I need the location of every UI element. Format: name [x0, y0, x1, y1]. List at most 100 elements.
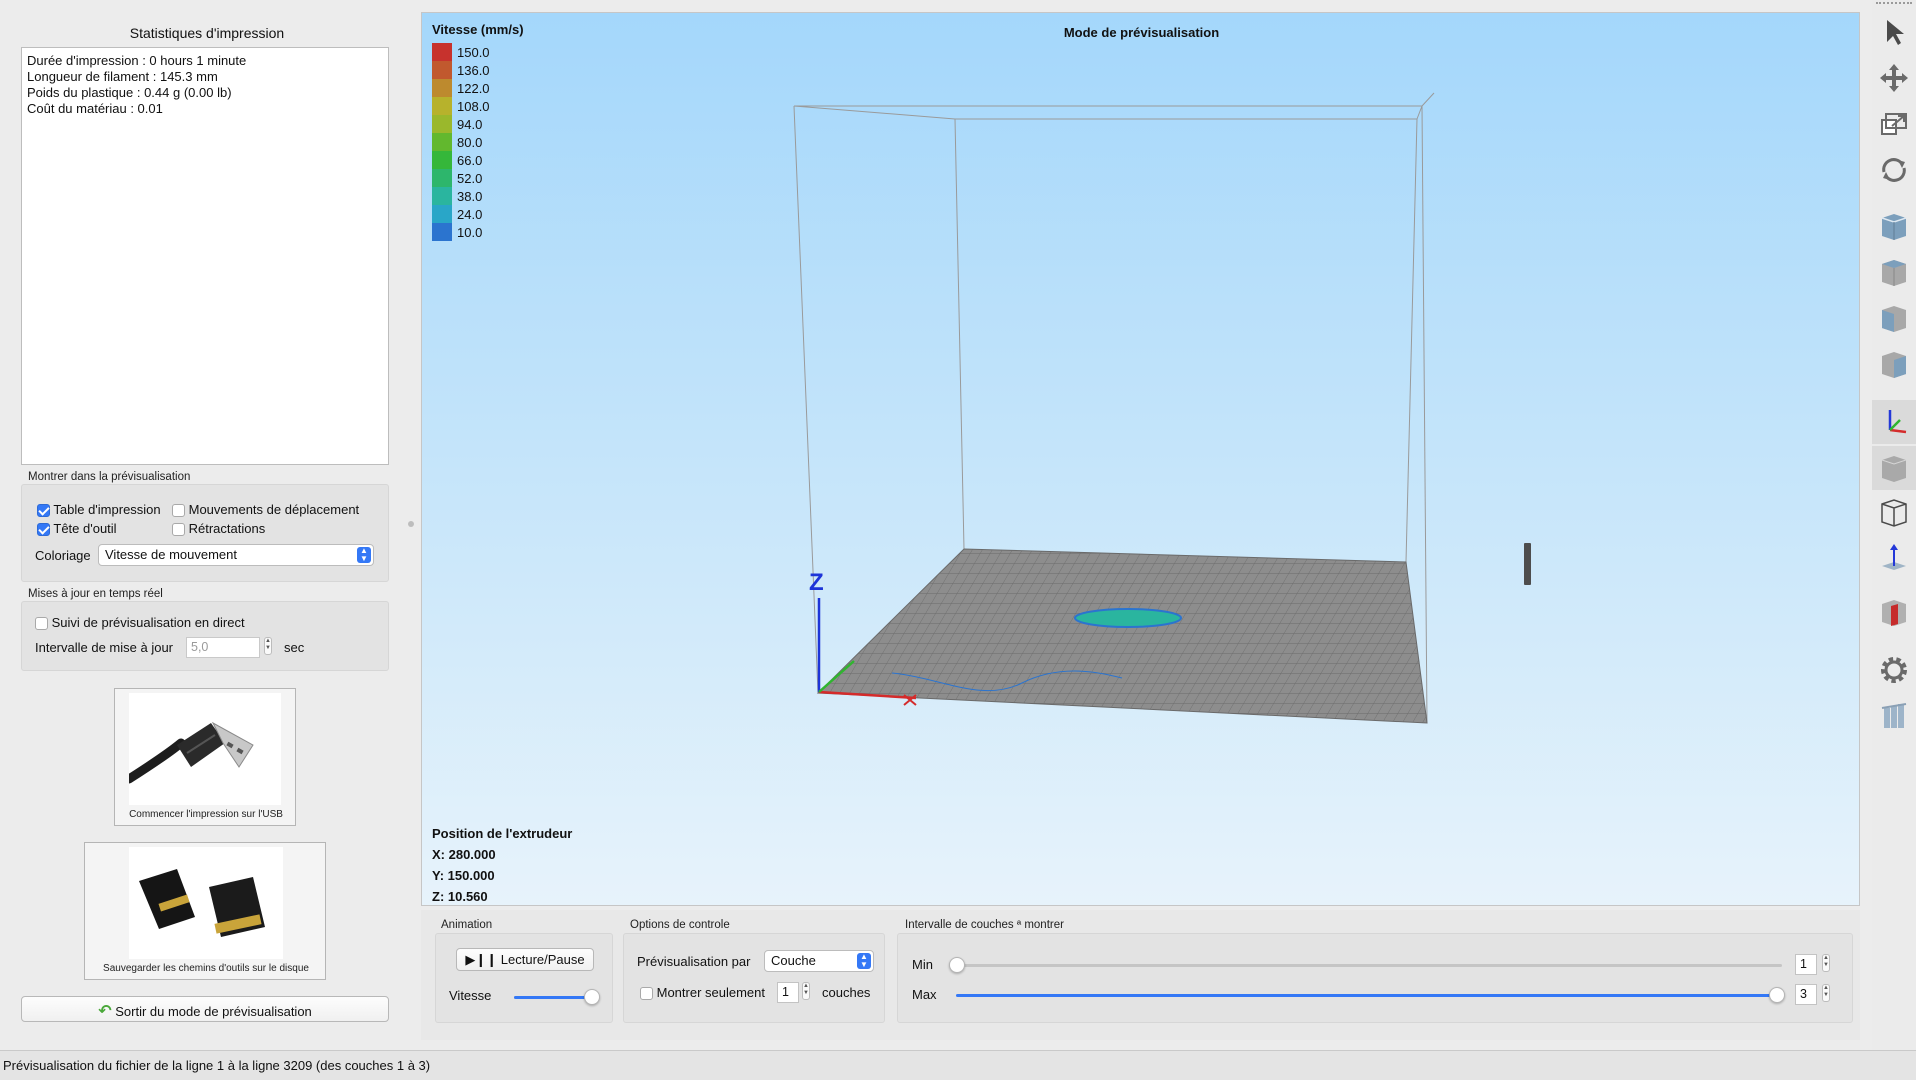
left-panel: Statistiques d'impression Durée d'impres…: [0, 0, 414, 1050]
stats-title: Statistiques d'impression: [129, 25, 285, 41]
move-icon[interactable]: [1876, 60, 1912, 96]
live-group-label: Mises à jour en temps réel: [28, 588, 163, 600]
save-toolpaths-label: Sauvegarder les chemins d'outils sur le …: [103, 963, 309, 974]
stats-plastic-weight: Poids du plastique : 0.44 g (0.00 lb): [27, 85, 232, 100]
coloring-select[interactable]: Vitesse de mouvement ▲ ▼: [98, 544, 374, 566]
show-group: Table d'impression Mouvements de déplace…: [21, 484, 389, 582]
animation-label: Animation: [441, 919, 493, 931]
table-checkbox-row[interactable]: Table d'impression: [37, 502, 161, 518]
speed-label: Vitesse: [449, 988, 492, 1003]
usb-print-button[interactable]: Commencer l'impression sur l'USB: [114, 688, 296, 826]
solid-view-icon: [1876, 450, 1912, 486]
scene-3d: [793, 92, 1531, 724]
show-group-label: Montrer dans la prévisualisation: [28, 471, 191, 483]
speed-slider-knob[interactable]: [584, 989, 600, 1005]
scale-icon[interactable]: [1876, 106, 1912, 142]
chevron-updown-icon: ▲ ▼: [857, 953, 871, 969]
gear-icon[interactable]: [1876, 652, 1912, 688]
live-group: Suivi de prévisualisation en direct Inte…: [21, 601, 389, 671]
clip-view-icon[interactable]: [1876, 594, 1912, 630]
follow-checkbox-row[interactable]: Suivi de prévisualisation en direct: [35, 615, 245, 631]
chevron-updown-icon: ▲ ▼: [357, 547, 371, 563]
layer-max-label: Max: [912, 987, 937, 1002]
layer-min-knob[interactable]: [949, 957, 965, 973]
coloring-value: Vitesse de mouvement: [105, 547, 237, 562]
coloring-label: Coloriage: [35, 548, 91, 563]
interval-input[interactable]: 5,0: [186, 637, 260, 658]
exit-preview-label: Sortir du mode de prévisualisation: [115, 1004, 312, 1019]
layer-max-stepper[interactable]: ▲ ▼: [1822, 984, 1830, 1002]
usb-cable-image: [124, 693, 281, 805]
status-bar: Prévisualisation du fichier de la ligne …: [0, 1050, 1916, 1080]
show-only-row[interactable]: Montrer seulement: [640, 985, 766, 1001]
cube-view-front-icon[interactable]: [1876, 254, 1912, 290]
extruder-position-title: Position de l'extrudeur: [432, 826, 573, 841]
splitter-handle[interactable]: [408, 521, 414, 527]
cube-view-icon[interactable]: [1876, 208, 1912, 244]
retract-checkbox[interactable]: [172, 523, 185, 537]
interval-stepper[interactable]: ▲ ▼: [264, 637, 272, 655]
sd-card-image: [129, 847, 283, 959]
toolhead-checkbox-label: Tête d'outil: [53, 521, 117, 536]
preview-viewport[interactable]: Vitesse (mm/s) 150.0 136.0 122.0 108.0 94.0 8…: [421, 12, 1860, 906]
solid-view-toggle[interactable]: [1872, 446, 1916, 490]
axes-toggle[interactable]: [1872, 400, 1916, 444]
show-only-label: Montrer seulement: [656, 985, 766, 1000]
extruder-x: X: 280.000: [432, 847, 496, 862]
usb-print-label: Commencer l'impression sur l'USB: [129, 809, 283, 820]
cursor-icon[interactable]: [1876, 14, 1912, 50]
wireframe-view-icon[interactable]: [1876, 494, 1912, 530]
play-pause-icon: ▶❙❙: [465, 952, 498, 967]
layer-min-label: Min: [912, 957, 933, 972]
cube-view-top-icon[interactable]: [1876, 346, 1912, 382]
status-text: Prévisualisation du fichier de la ligne …: [3, 1058, 431, 1073]
extruder-position: Position de l'extrudeur X: 280.000 Y: 15…: [432, 823, 572, 907]
travel-checkbox-row[interactable]: Mouvements de déplacement: [172, 502, 360, 518]
show-only-stepper[interactable]: ▲ ▼: [802, 982, 810, 1000]
travel-checkbox[interactable]: [172, 504, 185, 518]
cube-view-side-icon[interactable]: [1876, 300, 1912, 336]
layer-max-knob[interactable]: [1769, 987, 1785, 1003]
speed-slider[interactable]: [514, 996, 592, 999]
play-pause-button[interactable]: ▶❙❙ Lecture/Pause: [456, 948, 594, 971]
follow-checkbox[interactable]: [35, 617, 48, 631]
z-axis-label: Z: [809, 569, 824, 596]
layer-min-stepper[interactable]: ▲ ▼: [1822, 954, 1830, 972]
toolhead-checkbox[interactable]: [37, 523, 50, 537]
layer-range-group: Min 1 ▲ ▼ Max 3 ▲ ▼: [897, 933, 1853, 1023]
printed-object: [1074, 608, 1182, 628]
layer-min-value[interactable]: 1: [1795, 954, 1817, 975]
layer-max-value[interactable]: 3: [1795, 984, 1817, 1005]
interval-unit: sec: [284, 640, 305, 655]
show-only-checkbox[interactable]: [640, 987, 653, 1001]
bottom-controls: Animation ▶❙❙ Lecture/Pause Vitesse Opti…: [421, 910, 1860, 1040]
animation-group: ▶❙❙ Lecture/Pause Vitesse: [435, 933, 613, 1023]
layers-icon[interactable]: [1876, 698, 1912, 734]
control-options-label: Options de controle: [630, 919, 730, 931]
layer-max-slider[interactable]: [956, 994, 1782, 997]
table-checkbox[interactable]: [37, 504, 50, 518]
rotate-icon[interactable]: [1876, 152, 1912, 188]
retract-checkbox-row[interactable]: Rétractations: [172, 521, 266, 537]
back-arrow-icon: ↶: [98, 1003, 112, 1020]
speed-slider-fill: [514, 996, 592, 999]
table-checkbox-label: Table d'impression: [53, 502, 161, 517]
toolhead: [1524, 543, 1531, 585]
play-pause-label: Lecture/Pause: [500, 952, 585, 967]
normals-icon[interactable]: [1876, 540, 1912, 576]
layer-min-slider[interactable]: [956, 964, 1782, 967]
axes-icon: [1876, 404, 1912, 440]
layers-label: couches: [822, 985, 871, 1000]
interval-label: Intervalle de mise à jour: [35, 640, 174, 655]
stats-box: Durée d'impression : 0 hours 1 minute Lo…: [21, 47, 389, 465]
show-only-count[interactable]: 1: [777, 982, 799, 1003]
stats-filament-length: Longueur de filament : 145.3 mm: [27, 69, 218, 84]
exit-preview-button[interactable]: ↶ Sortir du mode de prévisualisation: [21, 996, 389, 1022]
follow-label: Suivi de prévisualisation en direct: [51, 615, 245, 630]
save-toolpaths-button[interactable]: Sauvegarder les chemins d'outils sur le …: [84, 842, 326, 980]
travel-checkbox-label: Mouvements de déplacement: [188, 502, 360, 517]
preview-by-select[interactable]: Couche ▲ ▼: [764, 950, 874, 972]
preview-by-value: Couche: [771, 953, 816, 968]
toolhead-checkbox-row[interactable]: Tête d'outil: [37, 521, 117, 537]
retract-checkbox-label: Rétractations: [188, 521, 266, 536]
